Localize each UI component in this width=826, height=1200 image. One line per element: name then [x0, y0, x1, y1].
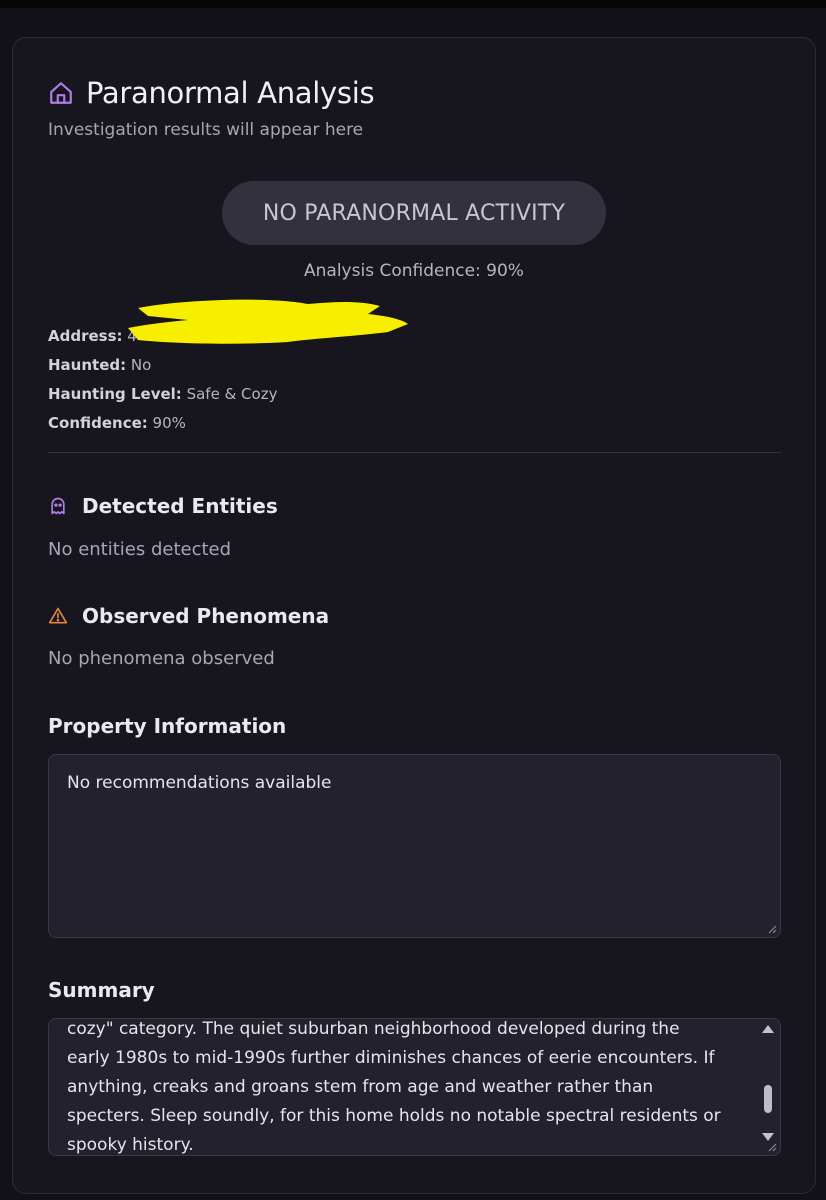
analysis-panel: Paranormal Analysis Investigation result… [12, 37, 816, 1194]
summary-partial-line: cozy" category. The quiet suburban neigh… [67, 1019, 680, 1039]
confidence-label: Confidence: [48, 414, 148, 432]
section-divider [48, 452, 781, 453]
fact-haunting-level: Haunting Level: Safe & Cozy [48, 380, 277, 409]
redaction-mark [128, 299, 408, 344]
scroll-thumb[interactable] [764, 1085, 772, 1113]
haunted-value: No [130, 356, 152, 374]
phenomena-heading-label: Observed Phenomena [82, 604, 330, 628]
summary-text: early 1980s to mid-1990s further diminis… [67, 1048, 721, 1155]
property-heading: Property Information [48, 714, 286, 738]
resize-handle-icon[interactable] [767, 1142, 777, 1152]
panel-title: Paranormal Analysis [86, 76, 375, 110]
top-bar [0, 0, 826, 8]
entities-heading: Detected Entities [48, 494, 278, 518]
property-heading-label: Property Information [48, 714, 287, 738]
address-label: Address: [48, 327, 123, 345]
scroll-down-icon[interactable] [762, 1133, 774, 1141]
confidence-value: 90% [152, 414, 186, 432]
summary-heading-label: Summary [48, 978, 155, 1002]
property-info-textarea[interactable]: No recommendations available [48, 754, 781, 938]
resize-handle-icon[interactable] [767, 924, 777, 934]
ghost-icon [51, 497, 65, 515]
phenomena-text: No phenomena observed [48, 648, 275, 669]
haunting-level-label: Haunting Level: [48, 385, 182, 403]
entities-text: No entities detected [48, 539, 232, 560]
house-icon [50, 82, 72, 104]
analysis-confidence: Analysis Confidence: 90% [304, 261, 524, 281]
haunting-level-value: Safe & Cozy [186, 385, 278, 403]
haunted-label: Haunted: [48, 356, 127, 374]
scroll-up-icon[interactable] [762, 1025, 774, 1033]
fact-haunted: Haunted: No [48, 351, 277, 380]
panel-subtitle: Investigation results will appear here [48, 120, 364, 140]
warning-icon [48, 607, 68, 624]
phenomena-heading: Observed Phenomena [48, 604, 329, 628]
entities-heading-label: Detected Entities [82, 494, 278, 518]
fact-confidence: Confidence: 90% [48, 409, 277, 438]
summary-content: cozy" category. The quiet suburban neigh… [67, 1019, 732, 1155]
summary-heading: Summary [48, 978, 155, 1002]
summary-textarea[interactable]: cozy" category. The quiet suburban neigh… [48, 1018, 781, 1156]
panel-header: Paranormal Analysis [48, 76, 375, 110]
summary-scrollbar[interactable] [760, 1023, 776, 1151]
status-badge: NO PARANORMAL ACTIVITY [222, 181, 606, 245]
property-info-value: No recommendations available [67, 773, 332, 793]
